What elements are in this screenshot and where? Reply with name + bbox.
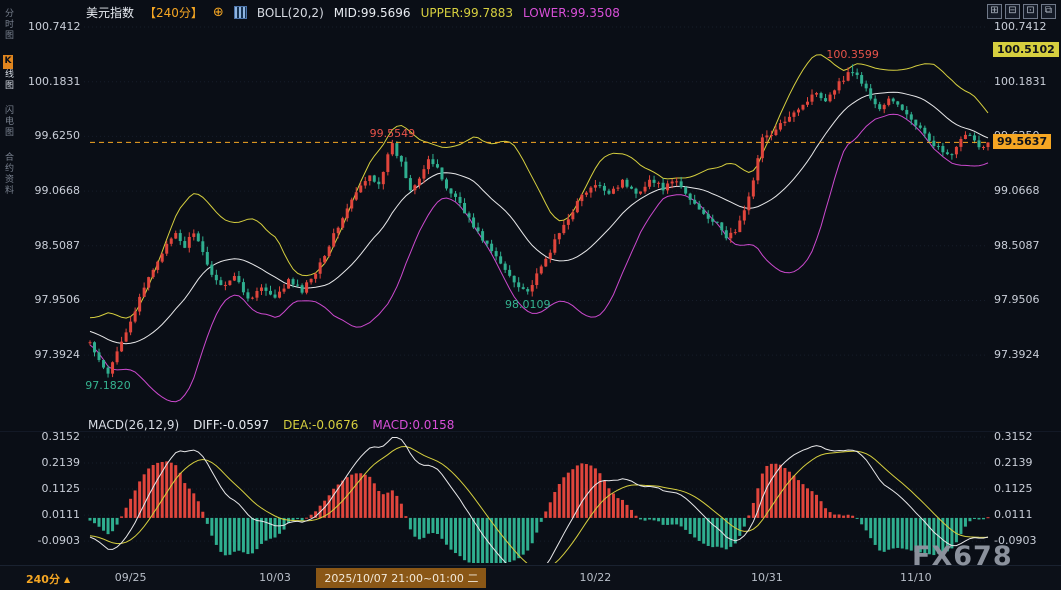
boll-label: BOLL(20,2) bbox=[257, 6, 324, 20]
price-axis-tick: 100.7412 bbox=[994, 20, 1047, 33]
time-axis-tick: 10/03 bbox=[259, 571, 291, 584]
sidebar-item[interactable]: 分时图 bbox=[1, 8, 14, 41]
sidebar-item-label: 合约资料 bbox=[3, 152, 13, 196]
price-annotation: 100.3599 bbox=[826, 48, 879, 61]
macd-axis-tick: 0.3152 bbox=[994, 430, 1033, 443]
price-axis-tick: 99.6250 bbox=[28, 129, 80, 142]
sidebar: 分时图 K线图闪电图合约资料 bbox=[0, 8, 15, 196]
sidebar-item-label: 闪电图 bbox=[3, 105, 13, 138]
macd-axis-tick: 0.0111 bbox=[28, 508, 80, 521]
layout-icon[interactable]: ⊡ bbox=[1023, 4, 1038, 19]
macd-diff-value: DIFF:-0.0597 bbox=[193, 418, 269, 432]
price-annotation: 97.1820 bbox=[85, 379, 131, 392]
macd-axis-tick: 0.1125 bbox=[28, 482, 80, 495]
add-indicator-icon[interactable]: ⊕ bbox=[213, 5, 224, 20]
price-chart[interactable] bbox=[0, 0, 1061, 590]
price-axis-tick: 99.0668 bbox=[994, 184, 1040, 197]
fx678-watermark: FX678 bbox=[912, 541, 1013, 572]
sidebar-item-label: 线图 bbox=[3, 69, 13, 91]
macd-axis-tick: 0.3152 bbox=[28, 430, 80, 443]
sidebar-item[interactable]: K线图 bbox=[1, 55, 14, 91]
price-axis-tick: 100.7412 bbox=[28, 20, 80, 33]
price-axis-tick: 100.1831 bbox=[28, 75, 80, 88]
symbol-label: 美元指数 bbox=[86, 4, 134, 21]
app-root: 美元指数 【240分】 ⊕ BOLL(20,2) MID:99.5696 UPP… bbox=[0, 0, 1061, 590]
time-axis-tick: 10/31 bbox=[751, 571, 783, 584]
layout-icon[interactable]: ⧉ bbox=[1041, 4, 1056, 19]
price-annotation: 98.0109 bbox=[505, 298, 551, 311]
price-axis-tick: 98.5087 bbox=[994, 239, 1040, 252]
time-axis-tick: 09/25 bbox=[115, 571, 147, 584]
highlighted-date-label: 2025/10/07 21:00~01:00 二 bbox=[316, 568, 486, 588]
period-label: 【240分】 bbox=[144, 4, 203, 21]
indicator-chip-icon[interactable] bbox=[234, 6, 247, 19]
chart-header: 美元指数 【240分】 ⊕ BOLL(20,2) MID:99.5696 UPP… bbox=[86, 4, 620, 21]
macd-label: MACD(26,12,9) bbox=[88, 418, 179, 432]
upper-band-badge: 100.5102 bbox=[993, 42, 1059, 57]
last-price-badge: 99.5637 bbox=[993, 134, 1051, 149]
sidebar-item-badge: K bbox=[3, 55, 13, 69]
period-selector[interactable]: 240分 ▲ bbox=[26, 571, 70, 587]
price-axis-tick: 97.3924 bbox=[28, 348, 80, 361]
period-selector-label: 240分 bbox=[26, 571, 60, 587]
price-axis-tick: 97.9506 bbox=[28, 293, 80, 306]
layout-icon[interactable]: ⊞ bbox=[987, 4, 1002, 19]
macd-dea-value: DEA:-0.0676 bbox=[283, 418, 358, 432]
time-axis-tick: 11/10 bbox=[900, 571, 932, 584]
time-axis-tick: 10/22 bbox=[580, 571, 612, 584]
layout-icons: ⊞⊟⊡⧉ bbox=[987, 4, 1056, 19]
macd-axis-tick: -0.0903 bbox=[28, 534, 80, 547]
boll-upper-value: UPPER:99.7883 bbox=[421, 6, 513, 20]
macd-header: MACD(26,12,9) DIFF:-0.0597 DEA:-0.0676 M… bbox=[88, 418, 454, 432]
layout-icon[interactable]: ⊟ bbox=[1005, 4, 1020, 19]
sidebar-item[interactable]: 合约资料 bbox=[1, 152, 14, 196]
macd-axis-tick: 0.0111 bbox=[994, 508, 1033, 521]
macd-axis-tick: 0.2139 bbox=[28, 456, 80, 469]
price-axis-tick: 97.9506 bbox=[994, 293, 1040, 306]
price-axis-tick: 97.3924 bbox=[994, 348, 1040, 361]
sidebar-item-label: 分时图 bbox=[3, 8, 13, 41]
boll-lower-value: LOWER:99.3508 bbox=[523, 6, 620, 20]
macd-axis-tick: 0.1125 bbox=[994, 482, 1033, 495]
price-axis-tick: 98.5087 bbox=[28, 239, 80, 252]
macd-axis-tick: 0.2139 bbox=[994, 456, 1033, 469]
sidebar-item[interactable]: 闪电图 bbox=[1, 105, 14, 138]
macd-macd-value: MACD:0.0158 bbox=[372, 418, 454, 432]
triangle-up-icon: ▲ bbox=[64, 575, 70, 584]
boll-mid-value: MID:99.5696 bbox=[334, 6, 411, 20]
price-axis-tick: 99.0668 bbox=[28, 184, 80, 197]
price-axis-tick: 100.1831 bbox=[994, 75, 1047, 88]
price-annotation: 99.5549 bbox=[370, 127, 416, 140]
